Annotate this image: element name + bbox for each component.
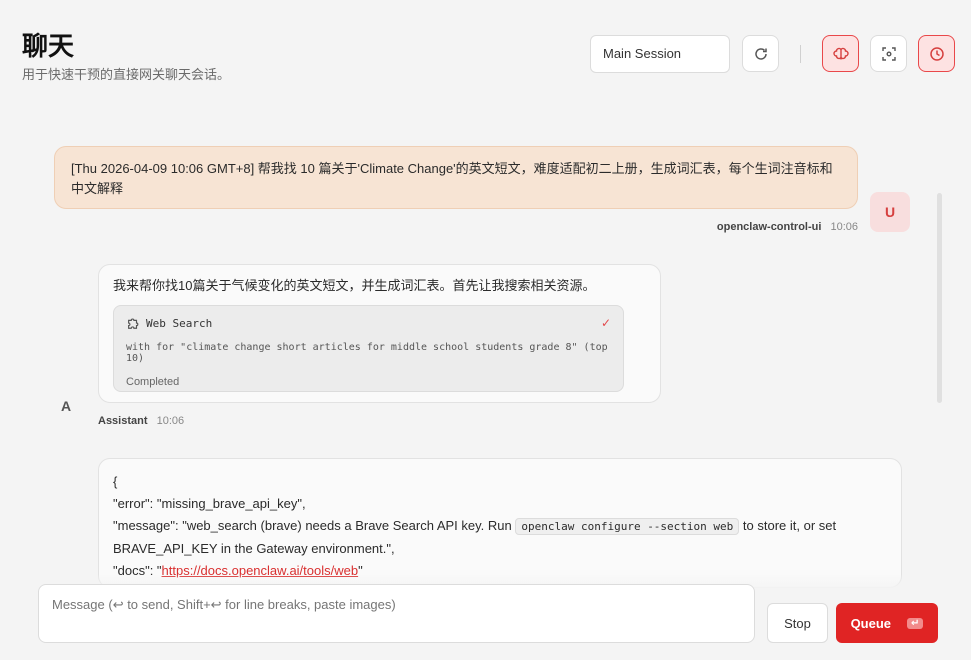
header-divider (800, 45, 801, 63)
message-input[interactable] (38, 584, 755, 643)
chat-scrollbar[interactable] (937, 193, 942, 403)
assistant-avatar: A (60, 398, 72, 414)
json-line: "message": "web_search (brave) needs a B… (113, 515, 887, 538)
page-title: 聊天 (22, 32, 75, 62)
tool-status: Completed (126, 376, 180, 388)
json-text: "message": "web_search (brave) needs a B… (113, 518, 516, 533)
refresh-button[interactable] (742, 35, 779, 72)
focus-icon (881, 46, 896, 61)
json-line: { (113, 474, 118, 489)
thinking-toggle-button[interactable] (822, 35, 859, 72)
brain-icon (832, 47, 849, 59)
tool-name: Web Search (146, 316, 213, 330)
history-button[interactable] (918, 35, 955, 72)
inline-code: openclaw configure --section web (515, 518, 740, 535)
queue-button[interactable]: Queue ↵ (836, 603, 938, 643)
message-time: 10:06 (830, 221, 858, 233)
json-line: "error": "missing_brave_api_key", (113, 496, 306, 511)
focus-mode-button[interactable] (870, 35, 907, 72)
refresh-icon (754, 47, 767, 60)
json-line: BRAVE_API_KEY in the Gateway environment… (113, 541, 395, 556)
tool-result-bubble: { "error": "missing_brave_api_key", "mes… (98, 458, 902, 588)
message-sender: Assistant (98, 415, 148, 427)
enter-key-icon: ↵ (907, 617, 924, 629)
user-message-meta: openclaw-control-ui 10:06 (717, 221, 858, 233)
user-avatar: U (870, 192, 910, 232)
page-subtitle: 用于快速干预的直接网关聊天会话。 (22, 68, 231, 83)
queue-label: Queue (850, 615, 892, 631)
assistant-message-bubble: 我来帮你找10篇关于气候变化的英文短文，并生成词汇表。首先让我搜索相关资源。 W… (98, 264, 661, 403)
json-text: to store it, or set (739, 518, 837, 533)
assistant-message-meta: Assistant 10:06 (98, 415, 184, 427)
puzzle-icon (128, 318, 139, 329)
assistant-message-text: 我来帮你找10篇关于气候变化的英文短文，并生成词汇表。首先让我搜索相关资源。 (113, 278, 596, 293)
tool-detail: with for "climate change short articles … (126, 342, 608, 364)
stop-button[interactable]: Stop (767, 603, 828, 643)
session-select[interactable]: Main Session (590, 35, 730, 73)
message-time: 10:06 (156, 415, 185, 427)
check-icon: ✓ (600, 316, 611, 330)
clock-icon (929, 46, 944, 61)
tool-call-card[interactable]: Web Search ✓ with for "climate change sh… (113, 305, 624, 392)
user-message-bubble: [Thu 2026-04-09 10:06 GMT+8] 帮我找 10 篇关于'… (54, 146, 858, 209)
message-sender: openclaw-control-ui (716, 221, 822, 233)
